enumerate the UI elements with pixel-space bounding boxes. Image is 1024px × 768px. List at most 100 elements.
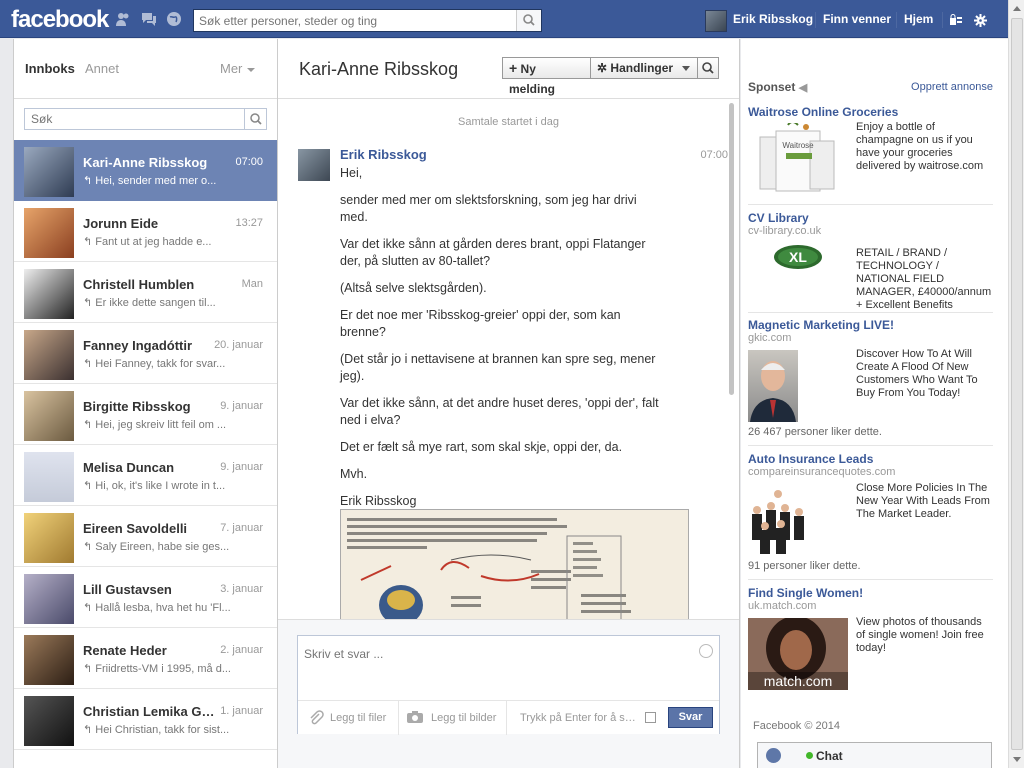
ad-title[interactable]: Find Single Women! bbox=[748, 586, 993, 600]
message-author[interactable]: Erik Ribsskog bbox=[340, 147, 427, 162]
ad-likes[interactable]: 91 personer liker dette. bbox=[748, 560, 861, 572]
ad-magnetic-marketing[interactable]: Magnetic Marketing LIVE! gkic.com Discov… bbox=[748, 318, 993, 442]
thread-snippet-text: Er ikke dette sangen til... bbox=[95, 297, 216, 309]
profile-avatar[interactable] bbox=[705, 10, 727, 32]
create-ad-link[interactable]: Opprett annonse bbox=[911, 81, 993, 93]
reply-arrow-icon: ↰ bbox=[83, 236, 96, 248]
inbox-search bbox=[24, 108, 267, 130]
ad-body[interactable]: Close More Policies In The New Year With… bbox=[856, 482, 992, 521]
ad-body[interactable]: RETAIL / BRAND / TECHNOLOGY / NATIONAL F… bbox=[856, 247, 992, 312]
ad-image[interactable] bbox=[748, 350, 798, 422]
profile-link[interactable]: Erik Ribsskog bbox=[733, 12, 813, 26]
thread-avatar[interactable] bbox=[24, 513, 74, 563]
chevron-down-icon bbox=[682, 66, 691, 72]
tab-other[interactable]: Annet bbox=[85, 61, 119, 76]
thread-avatar[interactable] bbox=[24, 452, 74, 502]
add-files-button[interactable]: Legg til filer bbox=[330, 712, 386, 724]
privacy-shortcuts-icon[interactable] bbox=[949, 14, 963, 26]
search-button[interactable] bbox=[516, 10, 541, 31]
thread-item[interactable]: Jorunn Eide 13:27 ↰ Fant ut at jeg hadde e… bbox=[14, 201, 277, 262]
ad-body[interactable]: Enjoy a bottle of champagne on us if you… bbox=[856, 121, 992, 173]
thread-item[interactable]: Lill Gustavsen 3. januar ↰ Hallå lesba, hv… bbox=[14, 567, 277, 628]
thread-item[interactable]: Christell Humblen Man ↰ Er ikke dette sang… bbox=[14, 262, 277, 323]
scroll-up-arrow-icon[interactable] bbox=[1013, 6, 1021, 11]
thread-avatar[interactable] bbox=[24, 147, 74, 197]
thread-avatar[interactable] bbox=[24, 269, 74, 319]
genealogy-document-image bbox=[341, 510, 688, 619]
ad-body[interactable]: View photos of thousands of single women… bbox=[856, 616, 992, 655]
facebook-logo[interactable]: facebook bbox=[11, 6, 109, 34]
ad-title[interactable]: Auto Insurance Leads bbox=[748, 452, 993, 466]
conversation-body[interactable]: Samtale startet i dag Erik Ribsskog 07:0… bbox=[278, 99, 739, 619]
ad-match[interactable]: Find Single Women! uk.match.com match.co… bbox=[748, 586, 993, 696]
scroll-down-arrow-icon[interactable] bbox=[1013, 757, 1021, 762]
search-input[interactable] bbox=[194, 10, 516, 31]
reply-button[interactable]: Svar bbox=[668, 707, 713, 728]
ad-image[interactable]: match.com bbox=[748, 616, 848, 690]
ad-auto-insurance[interactable]: Auto Insurance Leads compareinsurancequo… bbox=[748, 452, 993, 576]
thread-item[interactable]: Kari-Anne Ribsskog 07:00 ↰ Hei, sender med… bbox=[14, 140, 277, 201]
thread-item[interactable]: Melisa Duncan 9. januar ↰ Hi, ok, it's lik… bbox=[14, 445, 277, 506]
thread-avatar[interactable] bbox=[24, 330, 74, 380]
more-dropdown[interactable]: Mer bbox=[220, 61, 256, 76]
message-time: 07:00 bbox=[700, 149, 728, 161]
messages-icon[interactable] bbox=[141, 11, 157, 27]
new-message-button[interactable]: + Ny melding bbox=[502, 57, 591, 96]
plus-icon: + bbox=[509, 60, 518, 76]
ad-image[interactable]: Waitrose bbox=[748, 121, 848, 195]
thread-avatar[interactable] bbox=[24, 635, 74, 685]
ad-url[interactable]: gkic.com bbox=[748, 332, 993, 344]
search-icon bbox=[523, 14, 535, 26]
ad-title[interactable]: Magnetic Marketing LIVE! bbox=[748, 318, 993, 332]
emoticon-icon[interactable] bbox=[699, 644, 713, 658]
author-avatar[interactable] bbox=[298, 149, 330, 181]
add-photos-button[interactable]: Legg til bilder bbox=[431, 712, 496, 724]
chat-label[interactable]: Chat bbox=[816, 749, 843, 763]
conversation-search-button[interactable] bbox=[698, 57, 719, 79]
ad-waitrose[interactable]: Waitrose Online Groceries Waitrose Enjoy… bbox=[748, 105, 993, 201]
ad-url[interactable]: uk.match.com bbox=[748, 600, 993, 612]
conversation-scrollbar[interactable] bbox=[729, 103, 734, 395]
home-link[interactable]: Hjem bbox=[904, 12, 933, 26]
paperclip-icon[interactable] bbox=[308, 710, 324, 726]
thread-avatar[interactable] bbox=[24, 696, 74, 746]
thread-avatar[interactable] bbox=[24, 574, 74, 624]
notifications-globe-icon[interactable] bbox=[166, 11, 182, 27]
ad-image[interactable]: XL bbox=[748, 239, 848, 279]
thread-avatar[interactable] bbox=[24, 208, 74, 258]
chat-bar[interactable]: Chat bbox=[757, 742, 992, 768]
thread-item[interactable]: Renate Heder 2. januar ↰ Friidretts-VM i 1… bbox=[14, 628, 277, 689]
ad-body[interactable]: Discover How To At Will Create A Flood O… bbox=[856, 348, 992, 400]
reply-input[interactable] bbox=[304, 644, 694, 664]
camera-icon[interactable] bbox=[406, 710, 424, 724]
thread-avatar[interactable] bbox=[24, 391, 74, 441]
message-paragraph: sender med mer om slektsforskning, som j… bbox=[340, 193, 637, 224]
tab-inbox[interactable]: Innboks bbox=[25, 61, 75, 76]
thread-name: Fanney Ingadóttir bbox=[83, 338, 193, 353]
ad-cv-library[interactable]: CV Library cv-library.co.uk XL RETAIL / … bbox=[748, 211, 993, 312]
inbox-search-button[interactable] bbox=[244, 109, 266, 129]
inbox-search-input[interactable] bbox=[25, 109, 245, 129]
find-friends-link[interactable]: Finn venner bbox=[823, 12, 891, 26]
ad-likes[interactable]: 26 467 personer liker dette. bbox=[748, 426, 882, 438]
thread-item[interactable]: Fanney Ingadóttir 20. januar ↰ Hei Fanney,… bbox=[14, 323, 277, 384]
thread-snippet: ↰ Fant ut at jeg hadde e... bbox=[83, 235, 263, 248]
message-paragraph: Hei, bbox=[340, 166, 363, 180]
ad-url[interactable]: compareinsurancequotes.com bbox=[748, 466, 993, 478]
thread-item[interactable]: Birgitte Ribsskog 9. januar ↰ Hei, jeg skr… bbox=[14, 384, 277, 445]
thread-item[interactable]: Christian Lemika Gr... 1. januar ↰ Hei Chr… bbox=[14, 689, 277, 750]
friend-requests-icon[interactable] bbox=[115, 11, 131, 27]
window-scrollbar[interactable] bbox=[1008, 0, 1024, 768]
globe-icon[interactable] bbox=[766, 748, 781, 763]
ad-title[interactable]: Waitrose Online Groceries bbox=[748, 105, 993, 119]
ad-image[interactable] bbox=[748, 484, 808, 556]
attached-image[interactable] bbox=[340, 509, 689, 619]
actions-dropdown[interactable]: ✲ Handlinger bbox=[591, 57, 698, 79]
scrollbar-thumb[interactable] bbox=[1011, 18, 1023, 750]
thread-item[interactable]: Eireen Savoldelli 7. januar ↰ Saly Eireen,… bbox=[14, 506, 277, 567]
settings-gear-icon[interactable] bbox=[974, 14, 987, 27]
ad-url[interactable]: cv-library.co.uk bbox=[748, 225, 993, 237]
ad-title[interactable]: CV Library bbox=[748, 211, 993, 225]
thread-list: Kari-Anne Ribsskog 07:00 ↰ Hei, sender med… bbox=[14, 140, 277, 750]
enter-to-send-checkbox[interactable] bbox=[645, 712, 656, 723]
